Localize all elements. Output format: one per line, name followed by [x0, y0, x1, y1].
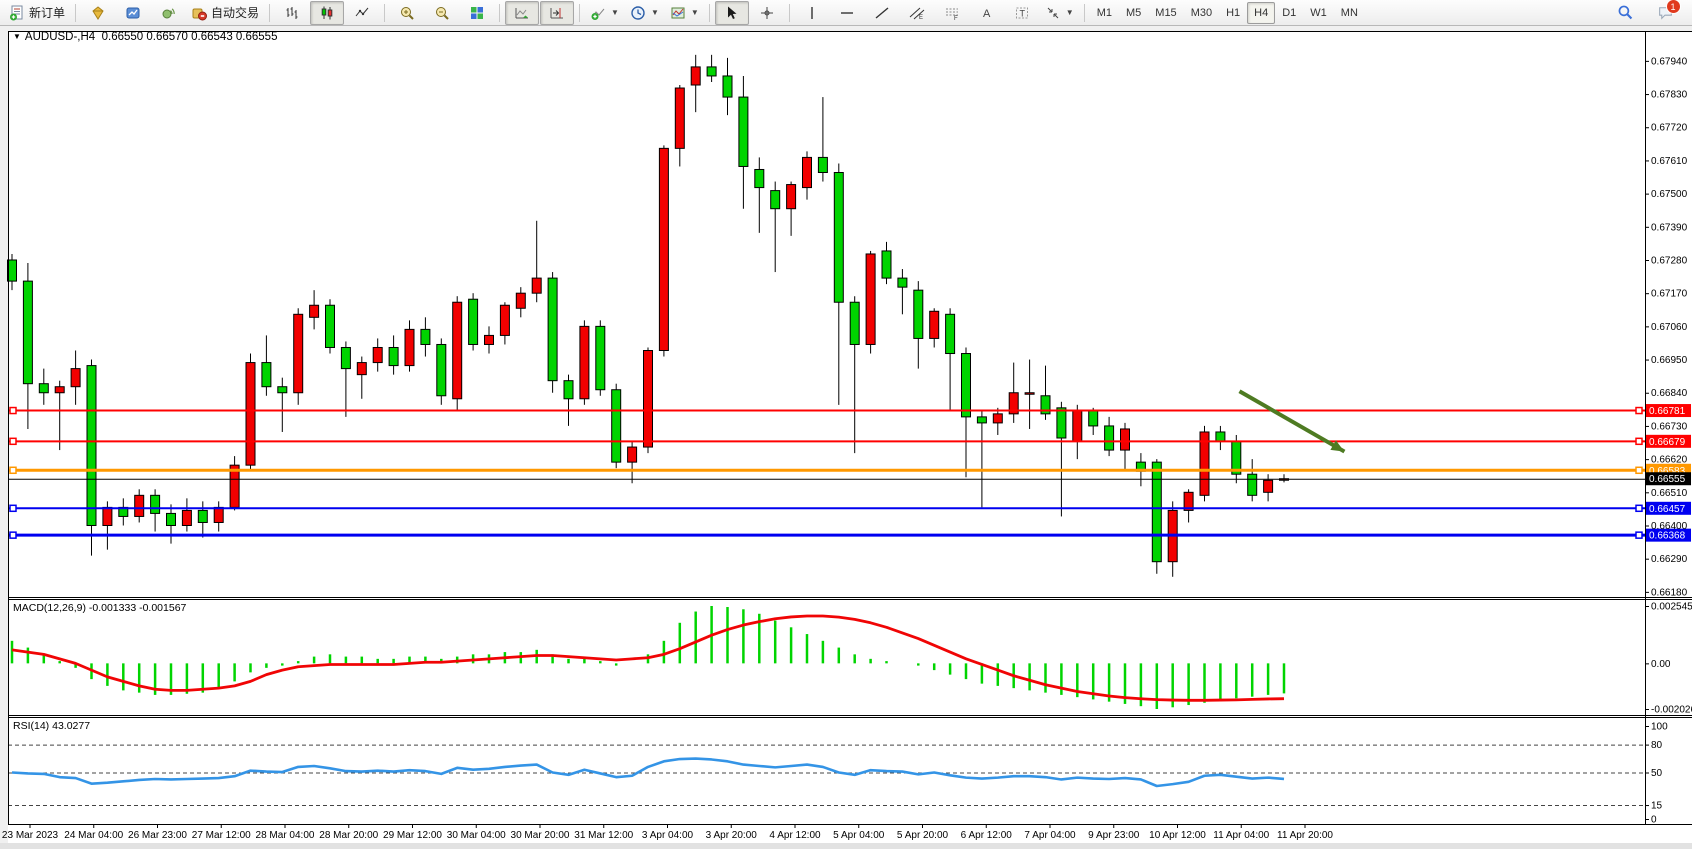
svg-text:0.66620: 0.66620 [1651, 455, 1688, 466]
svg-text:29 Mar 12:00: 29 Mar 12:00 [383, 830, 442, 841]
svg-text:0.66457: 0.66457 [1649, 504, 1686, 515]
svg-text:0.67720: 0.67720 [1651, 123, 1688, 134]
svg-text:0.66679: 0.66679 [1649, 437, 1686, 448]
svg-text:27 Mar 12:00: 27 Mar 12:00 [192, 830, 251, 841]
svg-text:0.66840: 0.66840 [1651, 388, 1688, 399]
svg-text:0.66781: 0.66781 [1649, 406, 1686, 417]
svg-text:0.67390: 0.67390 [1651, 222, 1688, 233]
svg-text:0.66510: 0.66510 [1651, 488, 1688, 499]
svg-text:3 Apr 04:00: 3 Apr 04:00 [642, 830, 694, 841]
svg-text:11 Apr 04:00: 11 Apr 04:00 [1213, 830, 1269, 841]
svg-text:5 Apr 20:00: 5 Apr 20:00 [897, 830, 949, 841]
svg-text:6 Apr 12:00: 6 Apr 12:00 [961, 830, 1013, 841]
chart-canvas[interactable]: 0.667810.666790.665830.664570.663680.665… [0, 0, 1692, 849]
chart-title: ▼ AUDUSD-,H4 0.66550 0.66570 0.66543 0.66… [13, 31, 277, 43]
macd-values: -0.001333 -0.001567 [89, 602, 187, 614]
svg-text:100: 100 [1651, 722, 1668, 733]
svg-text:50: 50 [1651, 768, 1663, 779]
svg-text:10 Apr 12:00: 10 Apr 12:00 [1149, 830, 1206, 841]
svg-text:7 Apr 04:00: 7 Apr 04:00 [1024, 830, 1076, 841]
svg-text:28 Mar 04:00: 28 Mar 04:00 [256, 830, 315, 841]
svg-text:24 Mar 04:00: 24 Mar 04:00 [64, 830, 123, 841]
svg-text:26 Mar 23:00: 26 Mar 23:00 [128, 830, 187, 841]
chevron-down-icon[interactable]: ▼ [13, 32, 21, 41]
svg-text:4 Apr 12:00: 4 Apr 12:00 [769, 830, 821, 841]
svg-text:0.66950: 0.66950 [1651, 355, 1688, 366]
svg-text:0.66180: 0.66180 [1651, 587, 1688, 598]
rsi-indicator-label: RSI(14) 43.0277 [13, 720, 90, 732]
rsi-value: 43.0277 [52, 720, 90, 732]
svg-text:11 Apr 20:00: 11 Apr 20:00 [1277, 830, 1333, 841]
svg-text:28 Mar 20:00: 28 Mar 20:00 [319, 830, 378, 841]
title-ohlc: 0.66550 0.66570 0.66543 0.66555 [102, 31, 278, 43]
mt4-terminal: 新订单 自动交易 [0, 0, 1692, 849]
svg-text:0.66400: 0.66400 [1651, 521, 1688, 532]
svg-text:3 Apr 20:00: 3 Apr 20:00 [706, 830, 758, 841]
svg-text:5 Apr 04:00: 5 Apr 04:00 [833, 830, 885, 841]
svg-text:0.67280: 0.67280 [1651, 255, 1688, 266]
svg-text:0.66290: 0.66290 [1651, 554, 1688, 565]
svg-text:0.67170: 0.67170 [1651, 289, 1688, 300]
rsi-name: RSI(14) [13, 720, 49, 732]
svg-text:0.67500: 0.67500 [1651, 189, 1688, 200]
svg-text:31 Mar 12:00: 31 Mar 12:00 [574, 830, 633, 841]
svg-text:0.00: 0.00 [1651, 659, 1671, 670]
svg-text:0.66368: 0.66368 [1649, 531, 1686, 542]
svg-text:0.67830: 0.67830 [1651, 90, 1688, 101]
svg-text:9 Apr 23:00: 9 Apr 23:00 [1088, 830, 1140, 841]
svg-text:30 Mar 04:00: 30 Mar 04:00 [447, 830, 506, 841]
svg-text:0: 0 [1651, 815, 1657, 826]
svg-text:15: 15 [1651, 801, 1663, 812]
svg-text:30 Mar 20:00: 30 Mar 20:00 [511, 830, 570, 841]
svg-text:-0.002026: -0.002026 [1651, 705, 1692, 716]
symbol-label: AUDUSD-,H4 [25, 31, 95, 43]
svg-text:0.002545: 0.002545 [1651, 602, 1692, 613]
svg-text:0.67940: 0.67940 [1651, 56, 1688, 67]
macd-name: MACD(12,26,9) [13, 602, 86, 614]
svg-text:23 Mar 2023: 23 Mar 2023 [2, 830, 59, 841]
svg-text:0.67610: 0.67610 [1651, 156, 1688, 167]
svg-text:0.67060: 0.67060 [1651, 322, 1688, 333]
macd-indicator-label: MACD(12,26,9) -0.001333 -0.001567 [13, 602, 186, 614]
svg-text:0.66555: 0.66555 [1649, 474, 1686, 485]
svg-text:0.66730: 0.66730 [1651, 421, 1688, 432]
svg-text:80: 80 [1651, 740, 1663, 751]
